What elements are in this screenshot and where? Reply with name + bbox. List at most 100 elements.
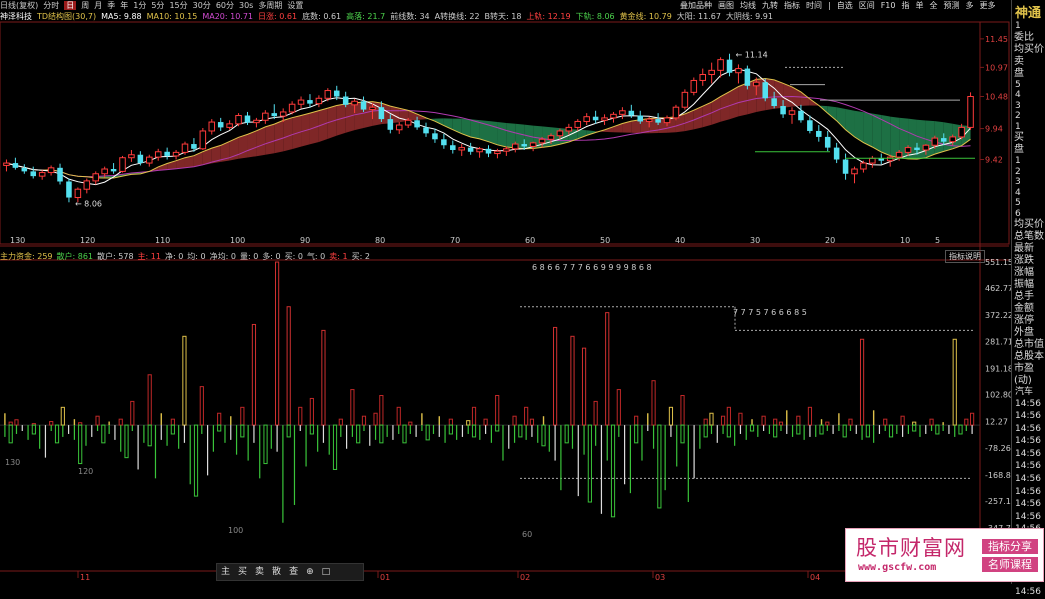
trend-ribbon-segment [489, 121, 498, 145]
flow-bar-pos [762, 416, 765, 425]
trend-ribbon-segment [274, 120, 283, 153]
candle-body-up [370, 107, 376, 109]
flow-bar-pos [721, 416, 724, 425]
candle-body-up [75, 189, 81, 197]
flow-bar-neg [171, 425, 174, 434]
candle-body-down [727, 60, 733, 73]
candle-body-up [4, 163, 10, 165]
candle-body-up [718, 60, 724, 71]
candle-body-up [263, 113, 269, 120]
side-brand: 神通 [1012, 0, 1045, 21]
bar-count-label-13: 5 [935, 236, 940, 245]
flow-bar-pos [849, 419, 852, 425]
candle-body-up [102, 169, 108, 174]
month-label-5: 04 [810, 573, 820, 582]
flow-bar-neg [357, 425, 360, 443]
side-label-2: 卖 [1012, 56, 1045, 68]
bar-count-label-11: 20 [825, 236, 835, 245]
bar-count-label-2: 110 [155, 236, 170, 245]
candle-body-down [807, 120, 813, 131]
tick-time-4: 14:56 [1012, 448, 1045, 461]
flow-bar-pos [496, 395, 499, 425]
candle-body-up [673, 107, 679, 118]
trend-ribbon-segment [837, 107, 846, 130]
bottom-tool-2[interactable]: 卖 [255, 567, 264, 577]
flow-bar-pos [449, 419, 452, 425]
candle-body-down [245, 116, 251, 123]
flow-value-9: 买: 0 [285, 252, 303, 261]
flow-bar-neg [611, 425, 614, 517]
flow-bar-neg [241, 425, 244, 437]
trend-ribbon-segment [863, 112, 872, 147]
buy-level-5: 6 [1012, 209, 1045, 220]
watermark-url: www.gscfw.com [858, 562, 936, 573]
candle-body-down [914, 148, 920, 150]
candle-body-down [593, 117, 599, 121]
flow-ytick-label-2: 372.22 [985, 311, 1011, 320]
candle-body-up [959, 127, 965, 137]
candle-body-up [236, 116, 242, 124]
flow-bar-pos [252, 324, 255, 425]
side-label3-3: 涨跌 [1012, 255, 1045, 267]
flow-bar-pos [582, 348, 585, 425]
bottom-tool-6[interactable]: □ [322, 567, 331, 577]
price-ytick-label-4: 9.42 [985, 155, 1003, 164]
flow-bar-pos [322, 330, 325, 425]
bottom-tool-0[interactable]: 主 [221, 567, 230, 577]
candle-body-up [155, 152, 161, 157]
candle-body-down [521, 144, 527, 146]
flow-bar-pos [930, 419, 933, 425]
candle-body-down [637, 116, 643, 122]
candle-body-up [495, 151, 501, 153]
bottom-tool-5[interactable]: ⊕ [306, 567, 314, 577]
trend-ribbon-segment [890, 117, 899, 158]
bottom-tool-3[interactable]: 散 [272, 567, 281, 577]
candle-body-down [771, 98, 777, 106]
bottom-tool-4[interactable]: 查 [289, 567, 298, 577]
trend-ribbon-segment [247, 131, 256, 158]
bottom-tool-1[interactable]: 买 [238, 567, 247, 577]
sell-level-2: 3 [1012, 101, 1045, 112]
flow-bar-pos [200, 387, 203, 425]
flow-bar-pos [241, 407, 244, 425]
candle-body-up [316, 98, 322, 103]
flow-bar-pos [525, 407, 528, 425]
flow-bar-pos [484, 419, 487, 425]
watermark-logo: 股市财富网 www.gscfw.com 指标分享 名师课程 [845, 528, 1044, 582]
side-label3-6: 总手 [1012, 291, 1045, 303]
flow-bar-pos [774, 419, 777, 425]
candle-body-up [664, 118, 670, 123]
flow-bar-neg [727, 425, 730, 437]
candle-body-up [93, 174, 99, 181]
bar-count-label-9: 40 [675, 236, 685, 245]
trend-ribbon-segment [828, 106, 837, 121]
candle-body-up [870, 158, 876, 163]
candle-body-up [896, 152, 902, 157]
candle-body-down [111, 169, 117, 171]
flow-bar-neg [635, 425, 638, 443]
watermark-badge-share: 指标分享 [982, 539, 1038, 554]
trend-ribbon-segment [908, 119, 917, 159]
flow-bar-neg [936, 425, 939, 434]
flow-bar-pos [15, 420, 18, 425]
candle-body-up [584, 117, 590, 122]
candle-body-up [646, 119, 652, 121]
flow-bar-pos [965, 419, 968, 425]
indicator-help-button[interactable]: 指标说明 [945, 250, 985, 263]
flow-bar-neg [866, 425, 869, 437]
flow-ytick-label-3: 281.71 [985, 338, 1011, 347]
flow-bar-neg [658, 425, 661, 508]
side-brand-suffix: 1 [1012, 21, 1045, 32]
bar-count-label-12: 10 [900, 236, 910, 245]
flow-count-label-1: 120 [78, 467, 93, 476]
sell-level-4: 1 [1012, 122, 1045, 133]
flow-bar-pos [131, 401, 134, 425]
quote-side-panel: 神通1委比均买价卖盘54321买盘123456均买价总笔数最新涨跌涨幅振幅总手金… [1011, 0, 1045, 584]
flow-bar-pos [171, 419, 174, 425]
flow-bar-neg [380, 425, 383, 443]
candle-body-down [486, 149, 492, 154]
price-chart[interactable]: 11.4510.9710.489.949.42← 11.14← 8.061301… [0, 0, 1011, 584]
candle-body-down [843, 159, 849, 173]
flow-bar-neg [797, 425, 800, 434]
flow-bar-pos [860, 339, 863, 425]
